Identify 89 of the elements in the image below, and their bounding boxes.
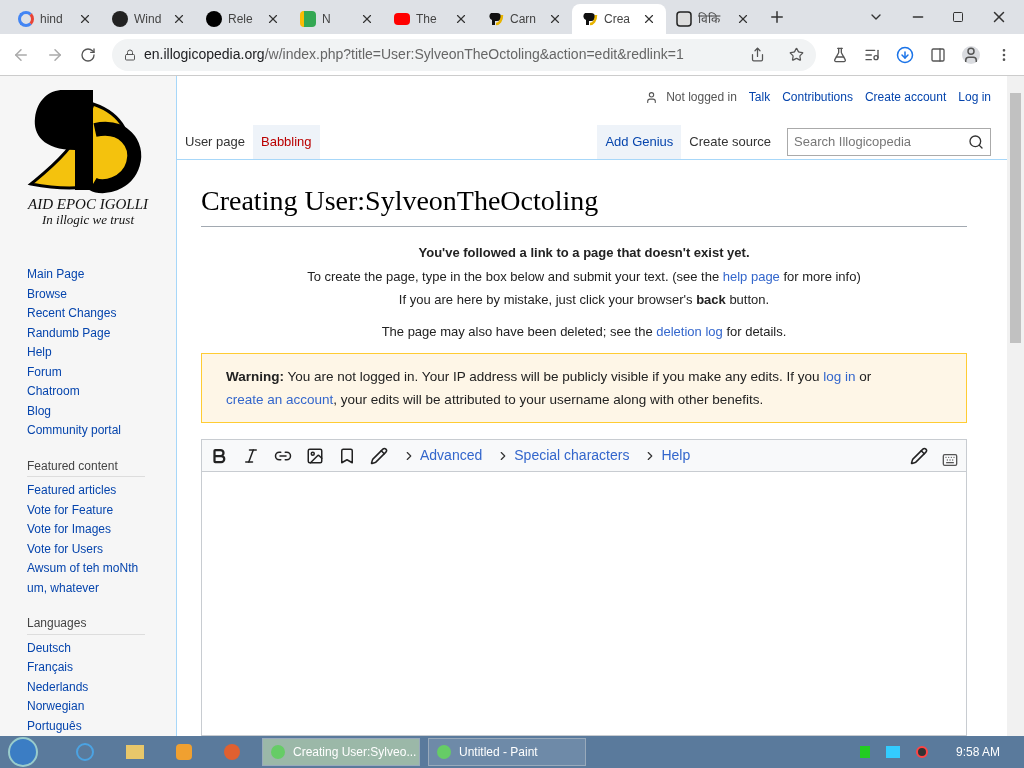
sidebar-link[interactable]: Vote for Images [27,520,147,540]
notice-text: To create the page, type in the box below and submit your text. (see the help page for more info) [306,267,862,286]
sidebar-link[interactable]: Community portal [27,421,176,441]
logo-title: AID EPOC IGOLLI [28,196,148,212]
sidebar-link[interactable]: Chatroom [27,382,176,402]
page-tab[interactable]: Add Genius [597,125,682,159]
link[interactable]: help page [722,268,780,284]
login-status: Not logged in [666,89,737,106]
browser-tab[interactable]: Carn [478,4,572,34]
signature-icon[interactable] [370,446,388,465]
wiki-logo-icon [676,11,692,27]
browser-tab[interactable]: Wind [102,4,196,34]
personal-link[interactable]: Log in [958,88,991,106]
sidebar-link[interactable]: Português [27,716,147,736]
warning-text: Warning: You are not logged in. Your IP address will be publicly visible if you make any edits. If you log in or create an account, your edits will be attributed to your username along with other benefits. [226,368,873,409]
bold-icon[interactable] [210,446,228,465]
flask-icon[interactable] [832,46,848,63]
side-panel-icon[interactable] [930,46,946,63]
record-icon [915,746,928,758]
sidebar-link[interactable]: Vote for Feature [27,500,147,520]
browser-tab[interactable]: The [384,4,478,34]
share-icon[interactable] [750,47,765,62]
star-icon[interactable] [789,47,804,62]
sidebar-link[interactable]: Nederlands [27,677,147,697]
close-icon[interactable] [548,12,562,26]
camera-icon [300,11,316,27]
sidebar-link[interactable]: Norwegian [27,697,147,717]
start-button[interactable] [8,737,38,767]
clock: 9:58 AM [955,744,1000,761]
personal-link[interactable]: Talk [748,88,771,106]
page-tab[interactable]: Babbling [253,125,320,159]
download-icon[interactable] [896,45,914,64]
sidebar-heading: Languages [27,614,145,635]
browser-tab[interactable]: hind [8,4,102,34]
sidebar-link[interactable]: Français [27,658,147,678]
sidebar-link[interactable]: Help [27,343,176,363]
address-bar[interactable]: en.illogicopedia.org/w/index.php?title=User:SylveonTheOctoling&action=edit&redlink=1 [112,38,816,71]
close-icon[interactable] [454,12,468,26]
sidebar-link[interactable]: Randumb Page [27,323,176,343]
close-icon[interactable] [360,12,374,26]
sidebar-heading: Featured content [27,456,145,477]
close-icon[interactable] [736,12,750,26]
reload-icon[interactable] [80,46,96,63]
toolbar-group-link[interactable]: Advanced [402,445,483,466]
toolbar-group-link[interactable]: Special characters [496,445,630,466]
browser-tab[interactable]: Rele [196,4,290,34]
personal-link[interactable]: Create account [864,88,947,106]
browser-tab[interactable]: Crea [572,4,666,34]
close-icon[interactable] [642,12,656,26]
sidebar-link[interactable]: Featured articles [27,481,147,501]
restore-icon[interactable] [952,11,964,23]
reference-icon[interactable] [338,446,356,465]
sidebar-link[interactable]: Blog [27,401,176,421]
user-icon [645,90,659,104]
personal-link[interactable]: Contributions [782,88,853,106]
pencil-icon[interactable] [910,446,928,465]
image-icon[interactable] [306,446,324,465]
new-tab-icon[interactable] [768,8,786,26]
search-icon[interactable] [968,134,984,150]
browser-tab[interactable]: विकि [666,4,760,34]
search-field[interactable]: Search Illogicopedia [787,128,991,156]
close-icon[interactable] [78,12,92,26]
keyboard-icon[interactable] [942,451,958,468]
play-icon [394,13,410,25]
close-icon[interactable] [172,12,186,26]
sidebar-link[interactable]: Forum [27,362,176,382]
sidebar-link[interactable]: Deutsch [27,638,147,658]
sidebar-link[interactable]: Recent Changes [27,304,176,324]
italic-icon[interactable] [242,446,260,465]
sidebar-link[interactable]: Browse [27,284,176,304]
close-icon[interactable] [266,12,280,26]
sidebar-link[interactable]: Awsum of teh moNth um, whatever [27,559,147,598]
link[interactable]: deletion log [656,323,723,339]
lock-icon [124,48,136,61]
notice-text: If you are here by mistake, just click your browser's back button. [397,291,771,309]
scrollbar[interactable] [1007,76,1024,736]
link[interactable]: log in [823,369,856,384]
notice-text: The page may also have been deleted; see the deletion log for details. [380,322,788,341]
network-icon [859,746,870,758]
sidebar-link[interactable]: Vote for Users [27,539,147,559]
browser-tab[interactable]: N [290,4,384,34]
taskbar-window[interactable]: Untitled - Paint [428,738,586,766]
logo-motto: In illogic we trust [41,212,135,228]
notice-text: You've followed a link to a page that doesn't exist yet. [417,244,751,262]
page-heading: Creating User:SylveonTheOctoling [201,180,967,227]
sidebar-link[interactable]: Main Page [27,265,176,285]
monitor-icon [885,746,900,758]
profile-icon[interactable] [962,45,980,64]
toolbar-group-link[interactable]: Help [643,445,691,466]
